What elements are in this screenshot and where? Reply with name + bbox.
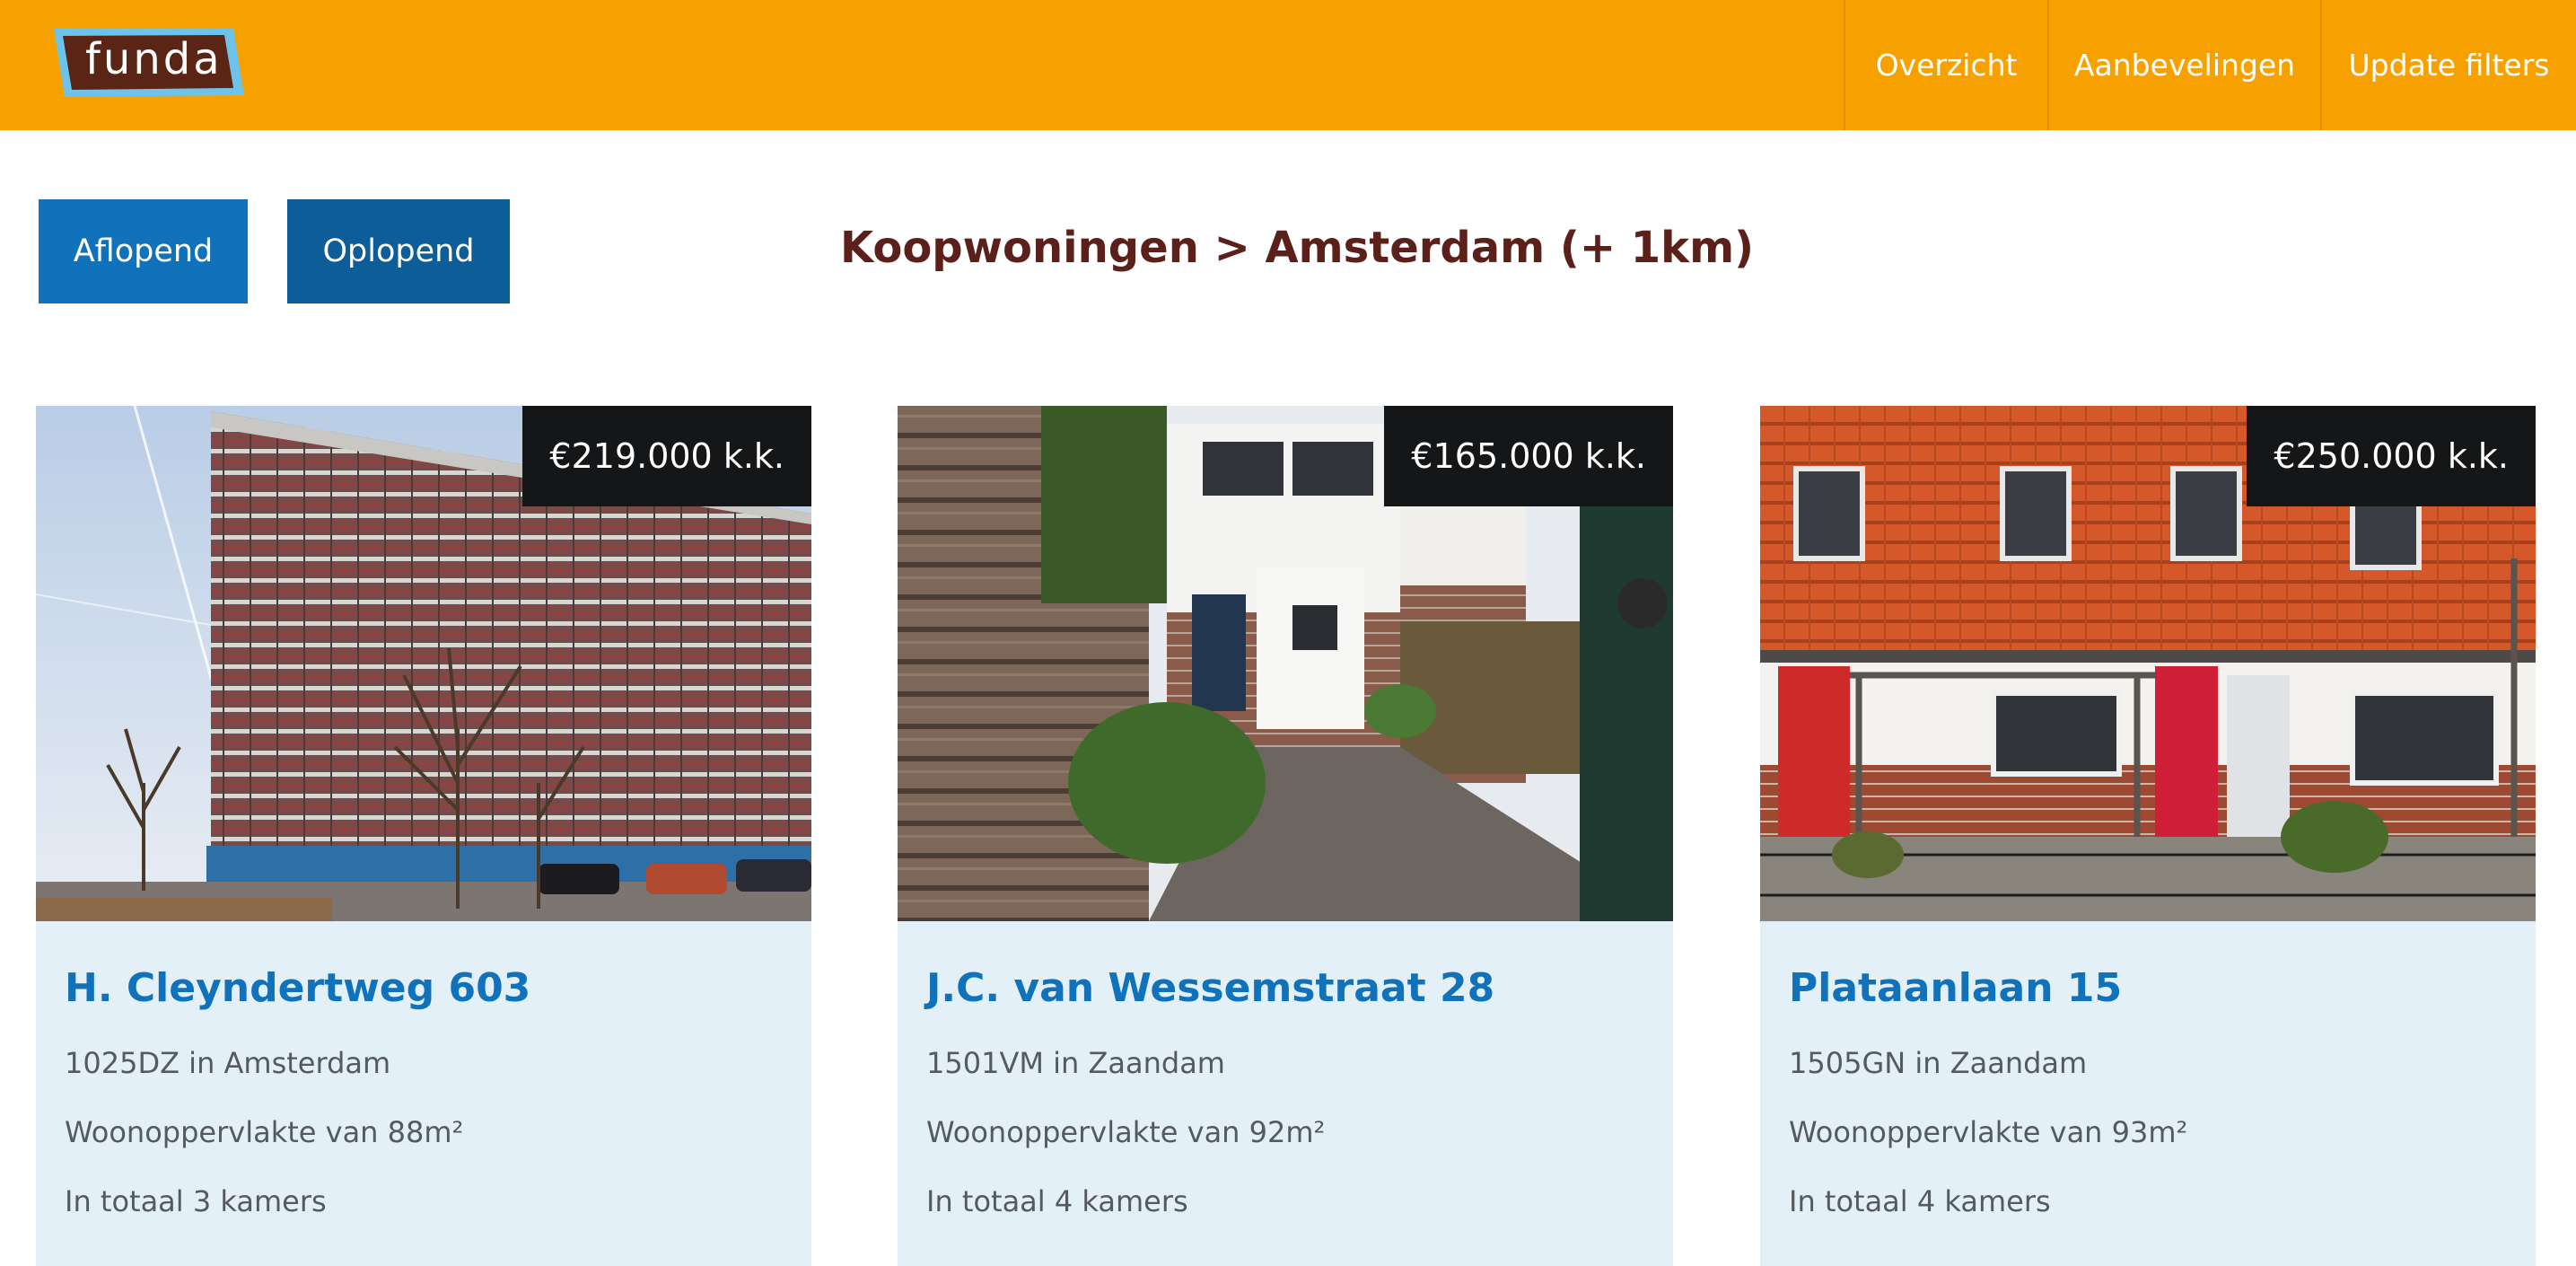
listing-living-area: Woonoppervlakte van 88m² <box>65 1115 464 1149</box>
logo-text: funda <box>85 34 223 84</box>
price-badge: €165.000 k.k. <box>1384 406 1673 506</box>
sort-descending-button[interactable]: Aflopend <box>39 199 248 303</box>
page-title: Koopwoningen > Amsterdam (+ 1km) <box>840 223 1755 273</box>
listing-photo[interactable]: €165.000 k.k. <box>898 406 1673 921</box>
nav-aanbevelingen[interactable]: Aanbevelingen <box>2047 0 2320 130</box>
funda-logo[interactable]: funda <box>45 25 248 101</box>
listing-card[interactable]: €219.000 k.k. H. Cleyndertweg 603 1025DZ… <box>36 406 811 1266</box>
listing-address-link[interactable]: Plataanlaan 15 <box>1789 957 2122 1020</box>
listing-location: 1025DZ in Amsterdam <box>65 1046 391 1080</box>
listing-rooms: In totaal 3 kamers <box>65 1184 327 1218</box>
nav-overzicht[interactable]: Overzicht <box>1844 0 2047 130</box>
price-badge: €219.000 k.k. <box>522 406 811 506</box>
listing-rooms: In totaal 4 kamers <box>926 1184 1188 1218</box>
listing-rooms: In totaal 4 kamers <box>1789 1184 2051 1218</box>
nav-update-filters[interactable]: Update filters <box>2320 0 2576 130</box>
main-nav: Overzicht Aanbevelingen Update filters <box>1844 0 2576 130</box>
sort-ascending-button[interactable]: Oplopend <box>287 199 510 303</box>
listing-location: 1505GN in Zaandam <box>1789 1046 2088 1080</box>
listing-living-area: Woonoppervlakte van 92m² <box>926 1115 1326 1149</box>
listing-address-link[interactable]: J.C. van Wessemstraat 28 <box>926 957 1494 1020</box>
listing-photo[interactable]: €219.000 k.k. <box>36 406 811 921</box>
top-navigation-bar: funda Overzicht Aanbevelingen Update fil… <box>0 0 2576 130</box>
price-badge: €250.000 k.k. <box>2247 406 2536 506</box>
listing-photo[interactable]: €250.000 k.k. <box>1760 406 2536 921</box>
listing-card[interactable]: €250.000 k.k. Plataanlaan 15 1505GN in Z… <box>1760 406 2536 1266</box>
listing-card[interactable]: €165.000 k.k. J.C. van Wessemstraat 28 1… <box>898 406 1673 1266</box>
listing-location: 1501VM in Zaandam <box>926 1046 1225 1080</box>
listing-living-area: Woonoppervlakte van 93m² <box>1789 1115 2188 1149</box>
listing-address-link[interactable]: H. Cleyndertweg 603 <box>65 957 530 1020</box>
